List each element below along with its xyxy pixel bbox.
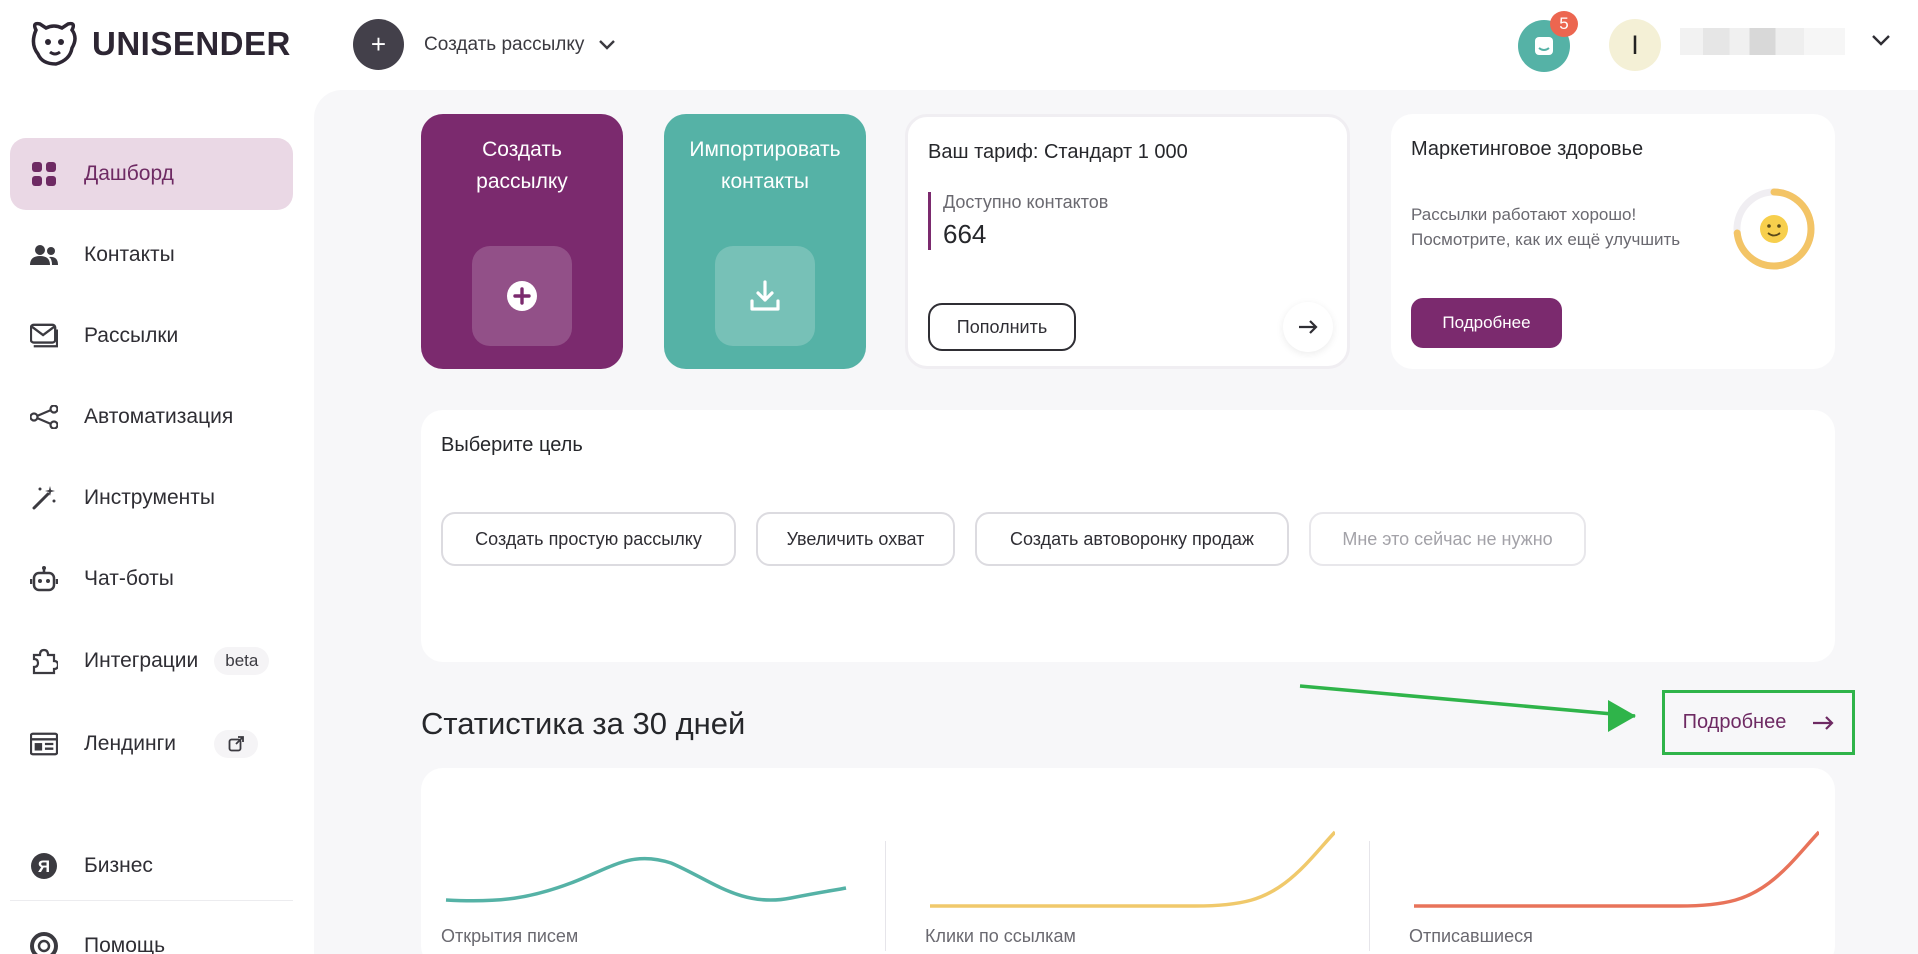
goal-title: Выберите цель xyxy=(441,434,583,456)
chat-icon xyxy=(1535,37,1553,55)
health-description: Рассылки работают хорошо! Посмотрите, ка… xyxy=(1411,202,1680,252)
health-status-text: Рассылки работают хорошо! xyxy=(1411,205,1637,224)
stats-details-link[interactable]: Подробнее xyxy=(1662,690,1855,755)
sidebar-item-campaigns[interactable]: Рассылки xyxy=(10,300,293,372)
clicks-sparkline xyxy=(930,830,1335,908)
available-contacts-label: Доступно контактов xyxy=(943,192,1109,212)
create-campaign-card[interactable]: Создать рассылку xyxy=(421,114,623,369)
sidebar-item-tools[interactable]: Инструменты xyxy=(10,462,293,534)
chevron-down-icon xyxy=(599,39,616,50)
sidebar-item-integrations[interactable]: Интеграции beta xyxy=(10,625,293,697)
health-hint-text: Посмотрите, как их ещё улучшить xyxy=(1411,230,1681,249)
health-details-button[interactable]: Подробнее xyxy=(1411,298,1562,348)
logo[interactable]: UNISENDER xyxy=(28,20,291,68)
quick-action-label: Создать рассылку xyxy=(476,138,568,193)
quick-action-label: Импортировать контакты xyxy=(689,138,841,193)
topup-button[interactable]: Пополнить xyxy=(928,303,1076,351)
import-contacts-card[interactable]: Импортировать контакты xyxy=(664,114,866,369)
brand-name: UNISENDER xyxy=(92,25,291,62)
sidebar-item-contacts[interactable]: Контакты xyxy=(10,219,293,291)
sidebar-item-label: Контакты xyxy=(84,243,175,266)
marketing-health-card: Маркетинговое здоровье Рассылки работают… xyxy=(1391,114,1835,369)
sidebar-item-label: Интеграции xyxy=(84,649,199,672)
beta-badge: beta xyxy=(214,647,270,675)
goal-simple-campaign-button[interactable]: Создать простую рассылку xyxy=(441,512,736,566)
sidebar: Дашборд Контакты Рассылки Автоматизация … xyxy=(0,90,314,954)
unsubscribes-sparkline xyxy=(1414,830,1819,908)
goal-increase-reach-button[interactable]: Увеличить охват xyxy=(756,512,955,566)
stats-divider xyxy=(1369,841,1370,951)
avatar[interactable]: I xyxy=(1609,19,1661,71)
arrow-right-icon xyxy=(1299,320,1318,334)
sidebar-item-business[interactable]: Я Бизнес xyxy=(10,830,293,902)
stats-divider xyxy=(885,841,886,951)
sidebar-item-automation[interactable]: Автоматизация xyxy=(10,381,293,453)
top-header: UNISENDER + Создать рассылку 5 I xyxy=(0,0,1918,90)
notifications-count-badge: 5 xyxy=(1550,11,1578,37)
stat-label-opens: Открытия писем xyxy=(441,926,579,946)
goal-card: Выберите цель Создать простую рассылку У… xyxy=(421,410,1835,662)
annotation-arrow xyxy=(1299,684,1636,732)
help-icon xyxy=(30,932,58,954)
people-icon xyxy=(30,241,58,269)
sidebar-item-label: Лендинги xyxy=(84,732,177,755)
puzzle-icon xyxy=(30,647,58,675)
tariff-title: Ваш тариф: Стандарт 1 000 xyxy=(928,141,1188,163)
dog-logo-icon xyxy=(31,21,77,66)
sidebar-item-label: Бизнес xyxy=(84,854,153,877)
opens-sparkline xyxy=(445,856,847,903)
stat-label-clicks: Клики по ссылкам xyxy=(925,926,1076,946)
sidebar-item-dashboard[interactable]: Дашборд xyxy=(10,138,293,210)
mail-icon xyxy=(30,322,58,350)
goal-sales-funnel-button[interactable]: Создать автоворонку продаж xyxy=(975,512,1289,566)
sidebar-item-label: Помощь xyxy=(84,934,166,954)
user-name-redacted[interactable] xyxy=(1680,28,1845,55)
available-contacts: Доступно контактов 664 xyxy=(928,192,1108,250)
create-campaign-label: Создать рассылку xyxy=(424,33,585,55)
sidebar-item-chatbots[interactable]: Чат-боты xyxy=(10,543,293,615)
chevron-down-icon[interactable] xyxy=(1871,34,1891,46)
yandex-icon: Я xyxy=(30,852,58,880)
create-campaign-menu[interactable]: + Создать рассылку xyxy=(353,19,616,70)
sidebar-item-label: Инструменты xyxy=(84,486,215,509)
sidebar-item-label: Дашборд xyxy=(84,162,174,185)
sidebar-item-label: Автоматизация xyxy=(84,405,234,428)
available-contacts-value: 664 xyxy=(943,219,987,249)
svg-text:Я: Я xyxy=(38,857,50,876)
flow-icon xyxy=(30,403,58,431)
stat-label-unsubscribes: Отписавшиеся xyxy=(1409,926,1533,946)
stats-details-label: Подробнее xyxy=(1682,711,1787,733)
tariff-details-button[interactable] xyxy=(1283,302,1333,352)
sidebar-item-label: Чат-боты xyxy=(84,567,174,590)
magic-wand-icon xyxy=(30,484,58,512)
health-title: Маркетинговое здоровье xyxy=(1411,138,1644,160)
download-icon xyxy=(715,246,815,346)
goal-skip-button[interactable]: Мне это сейчас не нужно xyxy=(1309,512,1586,566)
tariff-card: Ваш тариф: Стандарт 1 000 Доступно конта… xyxy=(905,114,1350,369)
stats-heading: Статистика за 30 дней xyxy=(421,706,746,741)
grid-icon xyxy=(30,160,58,188)
arrow-right-icon xyxy=(1813,715,1834,730)
sidebar-item-help[interactable]: Помощь xyxy=(10,910,293,954)
sidebar-item-landings[interactable]: Лендинги xyxy=(10,708,293,780)
landing-icon xyxy=(30,730,58,758)
stats-card: Открытия писем Клики по ссылкам Отписавш… xyxy=(421,768,1835,954)
health-score-ring xyxy=(1733,188,1815,270)
plus-circle-icon xyxy=(472,246,572,346)
create-campaign-dropdown[interactable]: Создать рассылку xyxy=(424,34,616,56)
external-link-icon xyxy=(214,730,259,758)
plus-icon[interactable]: + xyxy=(353,19,404,70)
sidebar-item-label: Рассылки xyxy=(84,324,179,347)
robot-icon xyxy=(30,565,58,593)
